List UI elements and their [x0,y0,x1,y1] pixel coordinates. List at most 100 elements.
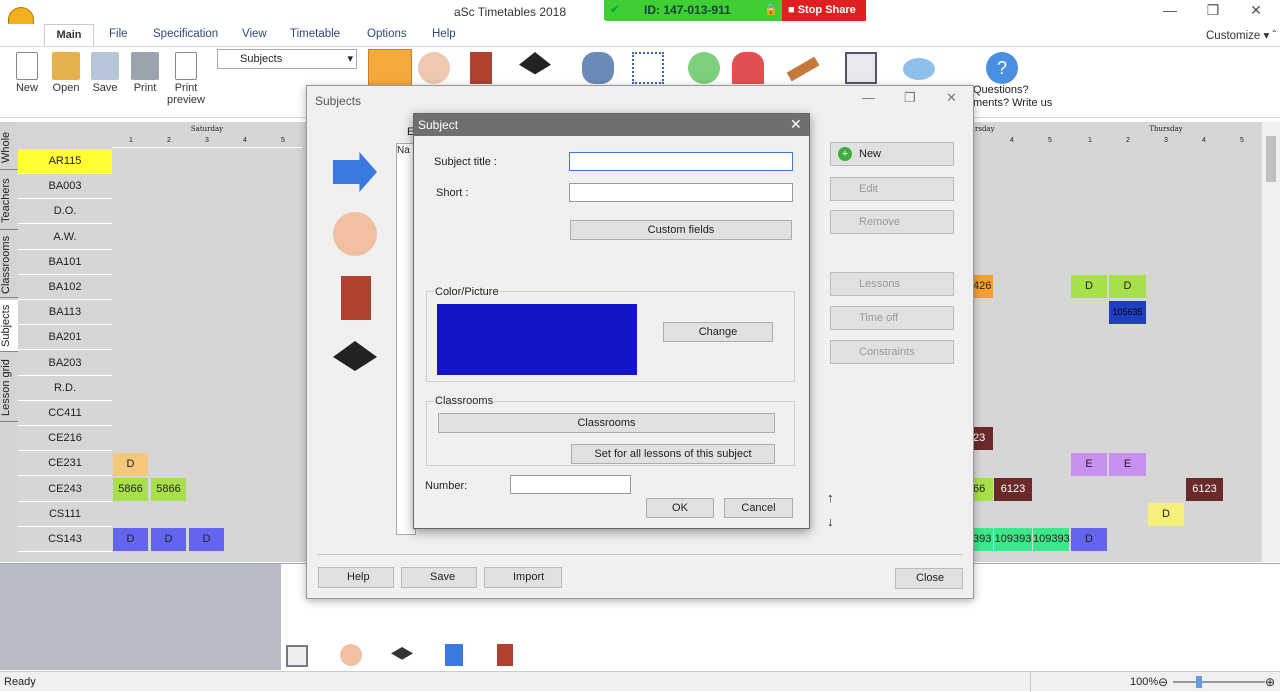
teacher-icon[interactable] [340,644,362,666]
teachers-icon[interactable] [333,212,377,256]
cell-th-ce243-4[interactable]: 6123 [1186,478,1223,501]
vtab-lesson-grid[interactable]: Lesson grid [0,354,18,422]
cell-ce216-partial[interactable]: 23 [973,427,993,450]
scrollbar-thumb[interactable] [1266,136,1276,182]
classrooms-button[interactable]: Classrooms [438,413,775,433]
customize-menu[interactable]: Customize ▾ ˆ [1206,28,1276,42]
zoom-slider[interactable] [1173,681,1265,683]
stop-share-button[interactable]: ■ Stop Share [782,0,866,21]
minimize-button[interactable]: — [1155,2,1185,22]
subjects-book-icon[interactable] [445,644,463,666]
cell-th-ba113-2[interactable]: 105635 [1109,301,1146,324]
row-header[interactable]: BA203 [18,350,112,376]
maximize-button[interactable]: ❐ [1198,2,1228,22]
edit-subject-button[interactable]: Edit [830,177,954,201]
cell-ba102-partial[interactable]: 426 [973,275,993,298]
row-header[interactable]: BA201 [18,325,112,351]
subjects-arrow-icon[interactable] [333,152,377,192]
short-input[interactable] [569,183,793,202]
row-header[interactable]: CS111 [18,501,112,527]
vtab-subjects[interactable]: Subjects [0,300,18,352]
vtab-whole[interactable]: Whole [0,125,18,170]
cell-cs143-4[interactable]: 109393 [994,528,1032,551]
cell-ce243-partial[interactable]: 66 [973,478,993,501]
view-selector[interactable]: Subjects ▾ [217,49,357,69]
time-off-button[interactable]: Time off [830,306,954,330]
subject-title-input[interactable] [569,152,793,171]
row-header[interactable]: CE231 [18,451,112,477]
building-icon[interactable] [286,645,308,667]
row-header[interactable]: R.D. [18,375,112,401]
row-header[interactable]: AR115 [18,149,112,174]
number-input[interactable] [510,475,631,494]
cell-cs143-2[interactable]: D [151,528,186,551]
custom-fields-button[interactable]: Custom fields [570,220,792,240]
zoom-slider-thumb[interactable] [1196,676,1202,688]
row-header[interactable]: BA101 [18,249,112,275]
cell-ce243-1[interactable]: 5866 [113,478,148,501]
print-button[interactable]: Print [125,52,165,94]
cell-th-cs111-3[interactable]: D [1148,503,1184,526]
cell-th-ce231-2[interactable]: E [1109,453,1146,476]
teacher-icon[interactable] [418,52,450,84]
close-button[interactable]: ✕ [946,90,957,106]
pin-icon[interactable]: ✔ [610,2,620,16]
cell-ce243-4[interactable]: 6123 [994,478,1032,501]
row-header[interactable]: CE243 [18,476,112,502]
row-header[interactable]: BA102 [18,275,112,300]
row-header[interactable]: D.O. [18,199,112,225]
vtab-teachers[interactable]: Teachers [0,172,18,230]
close-button[interactable]: Close [895,568,963,589]
open-button[interactable]: Open [46,52,86,94]
cell-cs143-1[interactable]: D [113,528,148,551]
move-up-icon[interactable]: ↑ [827,490,834,505]
tab-timetable[interactable]: Timetable [290,28,340,40]
new-button[interactable]: New [7,52,47,94]
lock-icon[interactable]: 🔒 [764,3,778,16]
remove-subject-button[interactable]: Remove [830,210,954,234]
close-icon[interactable]: ✕ [790,116,802,133]
cell-ce231-1[interactable]: D [113,453,148,476]
check-circle-icon[interactable] [688,52,720,84]
ok-button[interactable]: OK [646,498,714,518]
maximize-button[interactable]: ❐ [904,90,916,106]
cell-th-ba102-2[interactable]: D [1109,275,1146,298]
new-subject-button[interactable]: + New [830,142,954,166]
print-preview-button[interactable]: Print preview [163,52,209,106]
minimize-button[interactable]: — [862,90,875,105]
vertical-scrollbar[interactable] [1262,122,1280,562]
lessons-button[interactable]: Lessons [830,272,954,296]
tab-main[interactable]: Main [44,24,94,47]
teacher-check-icon[interactable] [582,52,614,84]
set-for-all-lessons-button[interactable]: Set for all lessons of this subject [571,444,775,464]
zoom-in-icon[interactable]: ⊕ [1265,675,1275,689]
help-button[interactable]: Help [318,567,394,588]
questions-link[interactable]: Questions? ments? Write us [973,84,1052,110]
row-header[interactable]: BA113 [18,300,112,326]
cell-cs143-3[interactable]: D [189,528,224,551]
cell-cs143-5[interactable]: 109393 [1033,528,1070,551]
network-icon[interactable] [632,52,664,84]
import-button[interactable]: Import [484,567,562,588]
row-header[interactable]: BA003 [18,174,112,200]
move-down-icon[interactable]: ↓ [827,514,834,529]
subjects-book-icon[interactable] [368,49,412,89]
cell-th-cs143-1[interactable]: D [1071,528,1107,551]
row-header[interactable]: CS143 [18,527,112,552]
save-button[interactable]: Save [85,52,125,94]
classroom-door-icon[interactable] [497,644,513,666]
cell-th-ba102-1[interactable]: D [1071,275,1107,298]
vtab-classrooms[interactable]: Classrooms [0,232,18,298]
row-header[interactable]: A.W. [18,224,112,250]
tab-help[interactable]: Help [432,28,456,40]
tab-file[interactable]: File [109,28,128,40]
tab-specification[interactable]: Specification [153,28,218,40]
help-question-icon[interactable]: ? [986,52,1018,84]
cell-cs143-partial[interactable]: 393 [973,528,993,551]
cancel-button[interactable]: Cancel [724,498,793,518]
close-window-button[interactable]: ✕ [1241,2,1271,22]
zoom-out-icon[interactable]: ⊖ [1158,675,1168,689]
classroom-door-icon[interactable] [470,52,492,84]
alarm-icon[interactable] [732,52,764,84]
cloud-icon[interactable] [903,58,935,80]
